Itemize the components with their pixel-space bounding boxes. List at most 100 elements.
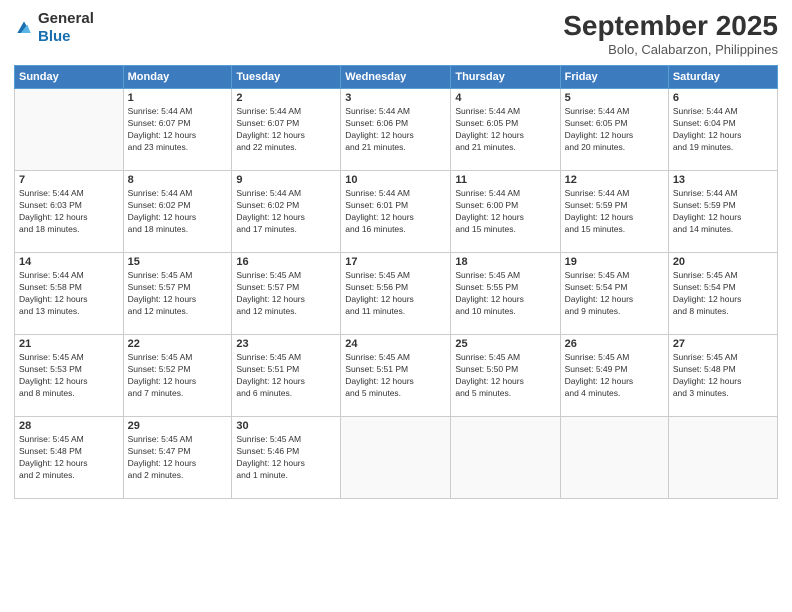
day-number: 15 xyxy=(128,256,228,268)
calendar-cell xyxy=(560,417,668,499)
calendar-cell: 12 Sunrise: 5:44 AMSunset: 5:59 PMDayligh… xyxy=(560,171,668,253)
calendar-cell: 1 Sunrise: 5:44 AMSunset: 6:07 PMDaylight… xyxy=(123,89,232,171)
calendar-cell xyxy=(15,89,124,171)
day-number: 26 xyxy=(565,338,664,350)
calendar-cell: 19 Sunrise: 5:45 AMSunset: 5:54 PMDayligh… xyxy=(560,253,668,335)
calendar-cell: 29Sunrise: 5:45 AMSunset: 5:47 PMDayligh… xyxy=(123,417,232,499)
day-number: 4 xyxy=(455,92,555,104)
calendar-week-2: 14 Sunrise: 5:44 AMSunset: 5:58 PMDayligh… xyxy=(15,253,778,335)
calendar-cell: 18Sunrise: 5:45 AMSunset: 5:55 PMDayligh… xyxy=(451,253,560,335)
col-friday: Friday xyxy=(560,66,668,89)
col-thursday: Thursday xyxy=(451,66,560,89)
calendar-cell: 20Sunrise: 5:45 AMSunset: 5:54 PMDayligh… xyxy=(668,253,777,335)
col-saturday: Saturday xyxy=(668,66,777,89)
cell-info: Sunrise: 5:45 AMSunset: 5:54 PMDaylight:… xyxy=(673,270,773,318)
logo-text: General Blue xyxy=(38,10,94,46)
calendar-cell xyxy=(668,417,777,499)
cell-info: Sunrise: 5:44 AMSunset: 6:03 PMDaylight:… xyxy=(19,188,119,236)
day-number: 3 xyxy=(345,92,446,104)
cell-info: Sunrise: 5:45 AMSunset: 5:46 PMDaylight:… xyxy=(236,434,336,482)
location-title: Bolo, Calabarzon, Philippines xyxy=(563,42,778,57)
calendar-cell: 5 Sunrise: 5:44 AMSunset: 6:05 PMDaylight… xyxy=(560,89,668,171)
day-number: 13 xyxy=(673,174,773,186)
calendar-cell: 3 Sunrise: 5:44 AMSunset: 6:06 PMDaylight… xyxy=(341,89,451,171)
logo: General Blue xyxy=(14,10,94,46)
calendar-cell: 4 Sunrise: 5:44 AMSunset: 6:05 PMDaylight… xyxy=(451,89,560,171)
cell-info: Sunrise: 5:45 AMSunset: 5:49 PMDaylight:… xyxy=(565,352,664,400)
logo-general: General xyxy=(38,10,94,27)
cell-info: Sunrise: 5:44 AMSunset: 6:07 PMDaylight:… xyxy=(128,106,228,154)
calendar-week-0: 1 Sunrise: 5:44 AMSunset: 6:07 PMDaylight… xyxy=(15,89,778,171)
calendar-week-1: 7 Sunrise: 5:44 AMSunset: 6:03 PMDaylight… xyxy=(15,171,778,253)
cell-info: Sunrise: 5:45 AMSunset: 5:56 PMDaylight:… xyxy=(345,270,446,318)
day-number: 12 xyxy=(565,174,664,186)
calendar-cell: 21 Sunrise: 5:45 AMSunset: 5:53 PMDayligh… xyxy=(15,335,124,417)
calendar-cell: 10 Sunrise: 5:44 AMSunset: 6:01 PMDayligh… xyxy=(341,171,451,253)
day-number: 7 xyxy=(19,174,119,186)
cell-info: Sunrise: 5:44 AMSunset: 6:07 PMDaylight:… xyxy=(236,106,336,154)
calendar-week-3: 21 Sunrise: 5:45 AMSunset: 5:53 PMDayligh… xyxy=(15,335,778,417)
cell-info: Sunrise: 5:44 AMSunset: 6:04 PMDaylight:… xyxy=(673,106,773,154)
day-number: 2 xyxy=(236,92,336,104)
day-number: 9 xyxy=(236,174,336,186)
col-tuesday: Tuesday xyxy=(232,66,341,89)
calendar-header: Sunday Monday Tuesday Wednesday Thursday… xyxy=(15,66,778,89)
day-number: 17 xyxy=(345,256,446,268)
calendar-cell: 17 Sunrise: 5:45 AMSunset: 5:56 PMDayligh… xyxy=(341,253,451,335)
month-title: September 2025 xyxy=(563,10,778,42)
cell-info: Sunrise: 5:45 AMSunset: 5:51 PMDaylight:… xyxy=(236,352,336,400)
cell-info: Sunrise: 5:45 AMSunset: 5:52 PMDaylight:… xyxy=(128,352,228,400)
day-number: 18 xyxy=(455,256,555,268)
cell-info: Sunrise: 5:45 AMSunset: 5:50 PMDaylight:… xyxy=(455,352,555,400)
header: General Blue September 2025 Bolo, Calaba… xyxy=(14,10,778,57)
day-number: 25 xyxy=(455,338,555,350)
day-number: 29 xyxy=(128,420,228,432)
calendar-cell: 22 Sunrise: 5:45 AMSunset: 5:52 PMDayligh… xyxy=(123,335,232,417)
day-number: 24 xyxy=(345,338,446,350)
cell-info: Sunrise: 5:44 AMSunset: 6:05 PMDaylight:… xyxy=(565,106,664,154)
day-number: 23 xyxy=(236,338,336,350)
cell-info: Sunrise: 5:45 AMSunset: 5:51 PMDaylight:… xyxy=(345,352,446,400)
cell-info: Sunrise: 5:45 AMSunset: 5:53 PMDaylight:… xyxy=(19,352,119,400)
day-number: 8 xyxy=(128,174,228,186)
col-sunday: Sunday xyxy=(15,66,124,89)
calendar-cell: 11Sunrise: 5:44 AMSunset: 6:00 PMDayligh… xyxy=(451,171,560,253)
cell-info: Sunrise: 5:44 AMSunset: 5:58 PMDaylight:… xyxy=(19,270,119,318)
calendar-cell: 25 Sunrise: 5:45 AMSunset: 5:50 PMDayligh… xyxy=(451,335,560,417)
calendar-cell xyxy=(451,417,560,499)
day-number: 28 xyxy=(19,420,119,432)
day-number: 5 xyxy=(565,92,664,104)
cell-info: Sunrise: 5:45 AMSunset: 5:57 PMDaylight:… xyxy=(236,270,336,318)
calendar-cell: 2 Sunrise: 5:44 AMSunset: 6:07 PMDaylight… xyxy=(232,89,341,171)
cell-info: Sunrise: 5:45 AMSunset: 5:48 PMDaylight:… xyxy=(19,434,119,482)
cell-info: Sunrise: 5:45 AMSunset: 5:54 PMDaylight:… xyxy=(565,270,664,318)
day-number: 6 xyxy=(673,92,773,104)
title-block: September 2025 Bolo, Calabarzon, Philipp… xyxy=(563,10,778,57)
calendar-cell: 13 Sunrise: 5:44 AMSunset: 5:59 PMDayligh… xyxy=(668,171,777,253)
cell-info: Sunrise: 5:44 AMSunset: 5:59 PMDaylight:… xyxy=(673,188,773,236)
calendar-body: 1 Sunrise: 5:44 AMSunset: 6:07 PMDaylight… xyxy=(15,89,778,499)
day-number: 21 xyxy=(19,338,119,350)
cell-info: Sunrise: 5:44 AMSunset: 5:59 PMDaylight:… xyxy=(565,188,664,236)
calendar-cell: 26 Sunrise: 5:45 AMSunset: 5:49 PMDayligh… xyxy=(560,335,668,417)
day-number: 14 xyxy=(19,256,119,268)
calendar-cell: 28 Sunrise: 5:45 AMSunset: 5:48 PMDayligh… xyxy=(15,417,124,499)
cell-info: Sunrise: 5:44 AMSunset: 6:05 PMDaylight:… xyxy=(455,106,555,154)
calendar-cell: 7 Sunrise: 5:44 AMSunset: 6:03 PMDaylight… xyxy=(15,171,124,253)
calendar-cell: 27Sunrise: 5:45 AMSunset: 5:48 PMDayligh… xyxy=(668,335,777,417)
day-number: 22 xyxy=(128,338,228,350)
day-number: 1 xyxy=(128,92,228,104)
page: General Blue September 2025 Bolo, Calaba… xyxy=(0,0,792,612)
calendar-cell: 24 Sunrise: 5:45 AMSunset: 5:51 PMDayligh… xyxy=(341,335,451,417)
cell-info: Sunrise: 5:45 AMSunset: 5:48 PMDaylight:… xyxy=(673,352,773,400)
col-monday: Monday xyxy=(123,66,232,89)
cell-info: Sunrise: 5:44 AMSunset: 6:00 PMDaylight:… xyxy=(455,188,555,236)
calendar-cell: 9Sunrise: 5:44 AMSunset: 6:02 PMDaylight… xyxy=(232,171,341,253)
calendar-cell: 23 Sunrise: 5:45 AMSunset: 5:51 PMDayligh… xyxy=(232,335,341,417)
cell-info: Sunrise: 5:44 AMSunset: 6:06 PMDaylight:… xyxy=(345,106,446,154)
day-number: 19 xyxy=(565,256,664,268)
logo-icon xyxy=(14,18,34,38)
cell-info: Sunrise: 5:44 AMSunset: 6:01 PMDaylight:… xyxy=(345,188,446,236)
calendar-week-4: 28 Sunrise: 5:45 AMSunset: 5:48 PMDayligh… xyxy=(15,417,778,499)
day-number: 10 xyxy=(345,174,446,186)
